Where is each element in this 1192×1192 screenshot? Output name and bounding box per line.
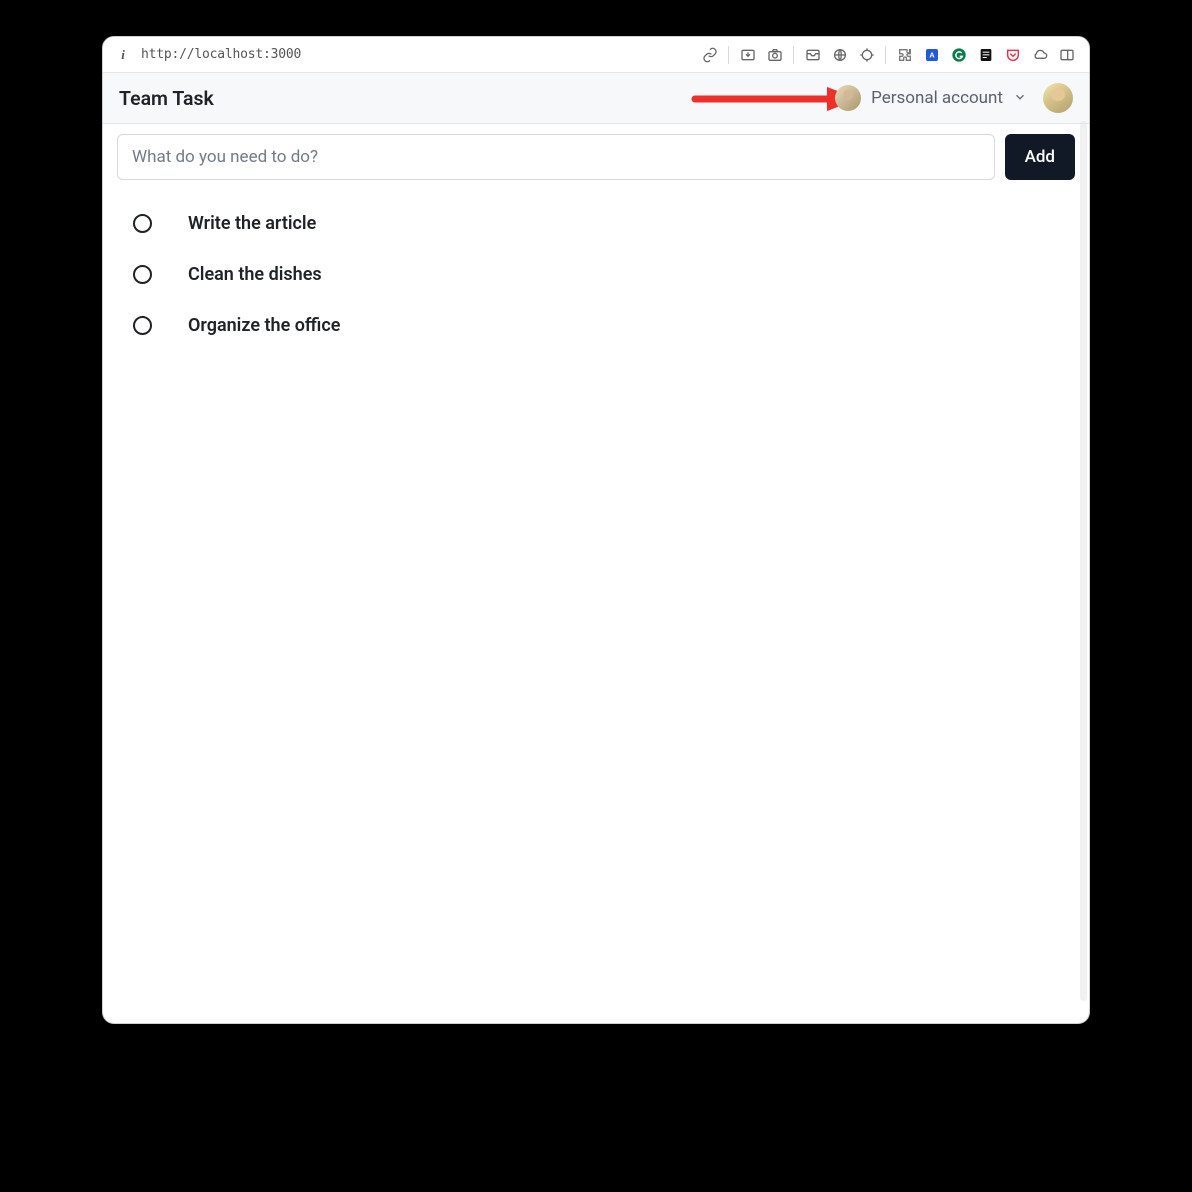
new-task-input[interactable]	[117, 134, 995, 180]
globe-icon[interactable]	[831, 46, 848, 63]
toolbar-separator	[728, 46, 729, 64]
crosshair-icon[interactable]	[858, 46, 875, 63]
user-avatar[interactable]	[1043, 83, 1073, 113]
app-title: Team Task	[119, 87, 214, 110]
svg-text:A: A	[929, 50, 935, 59]
task-checkbox[interactable]	[133, 214, 152, 233]
account-avatar	[835, 85, 861, 111]
link-icon[interactable]	[701, 46, 718, 63]
task-checkbox[interactable]	[133, 316, 152, 335]
task-label: Write the article	[188, 213, 316, 234]
pocket-icon[interactable]	[1004, 46, 1021, 63]
main-content: Add Write the article Clean the dishes O…	[103, 124, 1089, 1023]
toolbar-separator	[793, 46, 794, 64]
add-task-button[interactable]: Add	[1005, 134, 1075, 180]
site-info-icon[interactable]: i	[117, 47, 129, 63]
account-switcher[interactable]: Personal account	[835, 85, 1027, 111]
cloud-icon[interactable]	[1031, 46, 1048, 63]
browser-url-bar: i http://localhost:3000	[103, 37, 1089, 73]
grammarly-icon[interactable]	[950, 46, 967, 63]
notes-icon[interactable]	[977, 46, 994, 63]
browser-window: i http://localhost:3000	[102, 36, 1090, 1024]
download-tray-icon[interactable]	[739, 46, 756, 63]
task-list: Write the article Clean the dishes Organ…	[117, 198, 1075, 351]
task-label: Organize the office	[188, 315, 340, 336]
sidebar-panel-icon[interactable]	[1058, 46, 1075, 63]
translate-icon[interactable]: A	[923, 46, 940, 63]
task-item: Organize the office	[129, 300, 1063, 351]
task-label: Clean the dishes	[188, 264, 322, 285]
scrollbar-track[interactable]	[1080, 121, 1087, 1001]
chevron-down-icon	[1013, 89, 1027, 108]
task-item: Write the article	[129, 198, 1063, 249]
app-header: Team Task Personal account	[103, 73, 1089, 124]
puzzle-icon[interactable]	[896, 46, 913, 63]
task-item: Clean the dishes	[129, 249, 1063, 300]
url-text[interactable]: http://localhost:3000	[141, 47, 301, 62]
task-checkbox[interactable]	[133, 265, 152, 284]
toolbar-separator	[885, 46, 886, 64]
camera-icon[interactable]	[766, 46, 783, 63]
account-label: Personal account	[871, 88, 1003, 108]
new-task-row: Add	[117, 134, 1075, 180]
inbox-icon[interactable]	[804, 46, 821, 63]
